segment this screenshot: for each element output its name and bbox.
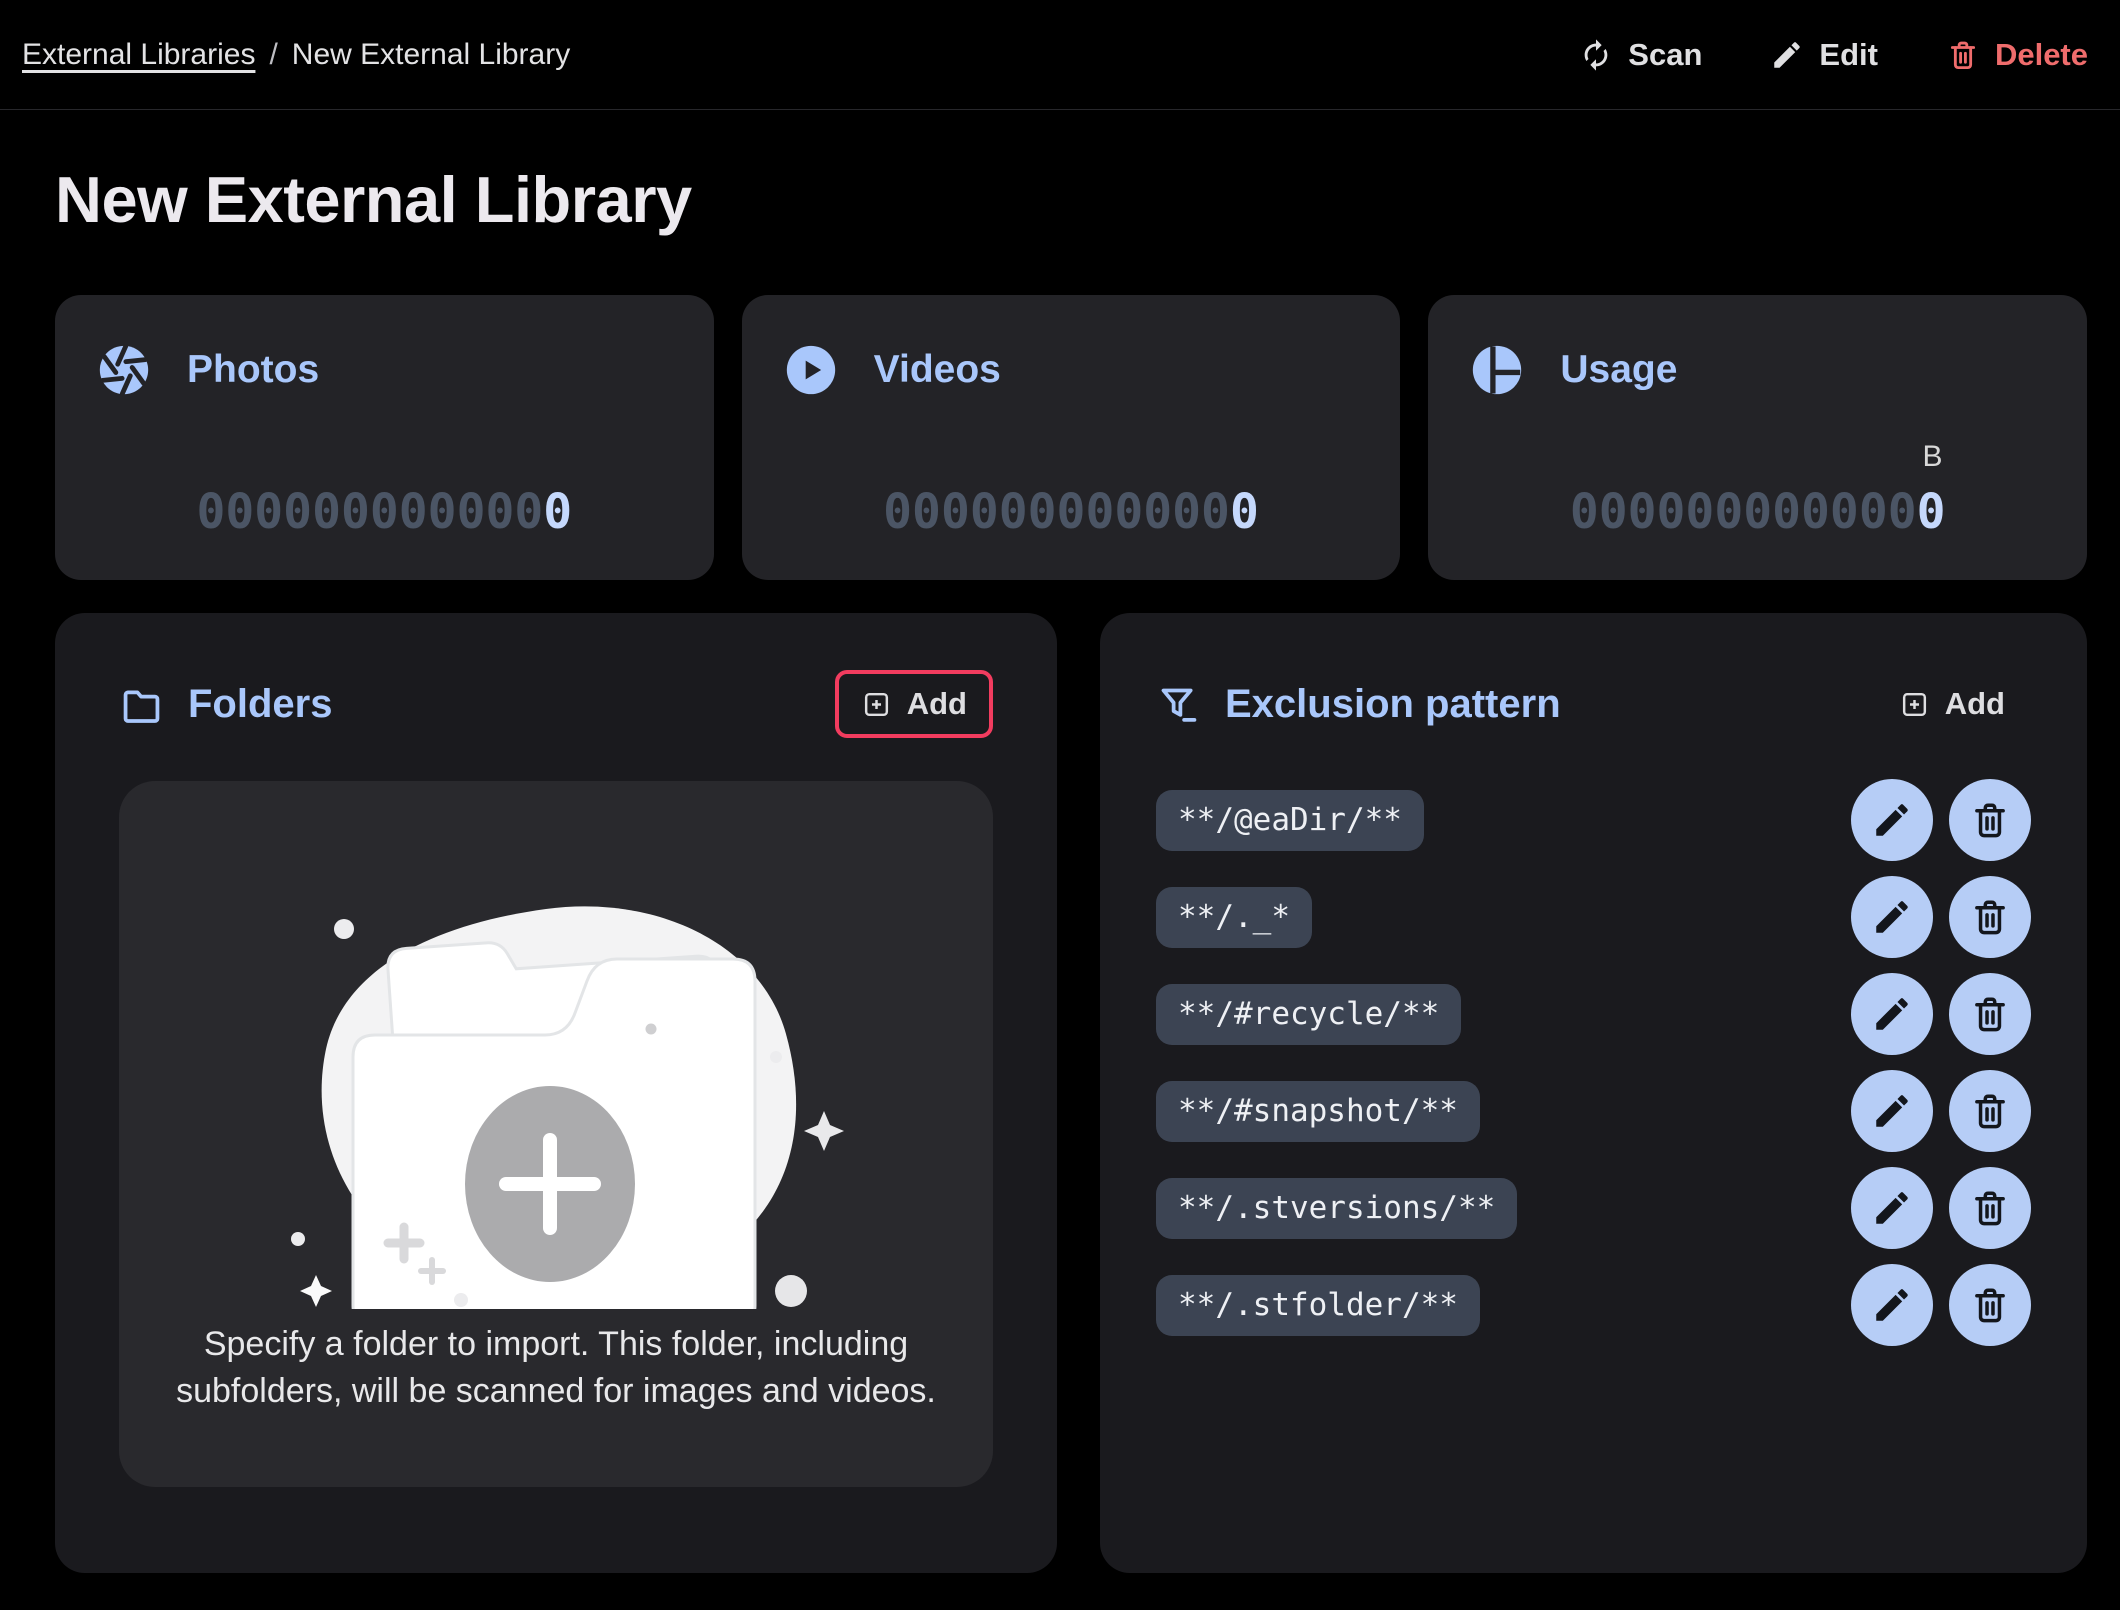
delete-pattern-button[interactable] xyxy=(1949,876,2031,958)
add-exclusion-label: Add xyxy=(1945,686,2005,722)
pie-chart-icon xyxy=(1468,341,1526,399)
refresh-icon xyxy=(1579,38,1613,72)
page-title: New External Library xyxy=(55,162,2120,237)
delete-pattern-button[interactable] xyxy=(1949,1264,2031,1346)
folders-empty-state: Specify a folder to import. This folder,… xyxy=(119,781,993,1487)
delete-pattern-button[interactable] xyxy=(1949,973,2031,1055)
trash-icon xyxy=(1969,1090,2011,1132)
edit-button[interactable]: Edit xyxy=(1770,37,1878,73)
pencil-icon xyxy=(1770,38,1804,72)
top-bar: External Libraries / New External Librar… xyxy=(0,0,2120,110)
delete-button[interactable]: Delete xyxy=(1946,37,2088,73)
edit-label: Edit xyxy=(1819,37,1878,73)
scan-label: Scan xyxy=(1628,37,1702,73)
pattern-chip: **/#recycle/** xyxy=(1156,984,1461,1045)
pattern-row: **/._* xyxy=(1156,876,2031,958)
pattern-chip: **/#snapshot/** xyxy=(1156,1081,1480,1142)
folders-title: Folders xyxy=(188,682,332,727)
delete-label: Delete xyxy=(1995,37,2088,73)
videos-count: 0000000000000 xyxy=(883,488,1259,536)
folder-empty-illustration xyxy=(246,839,866,1309)
pencil-icon xyxy=(1871,993,1913,1035)
exclusion-panel: Exclusion pattern Add **/@eaDir/** **/._… xyxy=(1100,613,2087,1573)
pencil-icon xyxy=(1871,896,1913,938)
scan-button[interactable]: Scan xyxy=(1579,37,1702,73)
videos-stat-card: Videos 0000000000000 xyxy=(742,295,1401,580)
pattern-row: **/.stfolder/** xyxy=(1156,1264,2031,1346)
pattern-row: **/#snapshot/** xyxy=(1156,1070,2031,1152)
edit-pattern-button[interactable] xyxy=(1851,1264,1933,1346)
square-plus-icon xyxy=(1899,689,1930,720)
exclusion-title: Exclusion pattern xyxy=(1225,682,1561,727)
folders-panel: Folders Add xyxy=(55,613,1057,1573)
delete-pattern-button[interactable] xyxy=(1949,1167,2031,1249)
trash-icon xyxy=(1969,896,2011,938)
edit-pattern-button[interactable] xyxy=(1851,1070,1933,1152)
trash-icon xyxy=(1969,799,2011,841)
edit-pattern-button[interactable] xyxy=(1851,876,1933,958)
photos-stat-card: Photos 0000000000000 xyxy=(55,295,714,580)
pattern-row: **/.stversions/** xyxy=(1156,1167,2031,1249)
trash-icon xyxy=(1969,1187,2011,1229)
trash-icon xyxy=(1969,1284,2011,1326)
pattern-chip: **/._* xyxy=(1156,887,1312,948)
usage-stat-label: Usage xyxy=(1560,348,1677,392)
delete-pattern-button[interactable] xyxy=(1949,779,2031,861)
header-actions: Scan Edit Delete xyxy=(1579,37,2088,73)
usage-stat-card: Usage 0000000000000B xyxy=(1428,295,2087,580)
pattern-chip: **/.stfolder/** xyxy=(1156,1275,1480,1336)
pattern-row: **/@eaDir/** xyxy=(1156,779,2031,861)
add-exclusion-button[interactable]: Add xyxy=(1873,670,2031,738)
breadcrumb-external-libraries-link[interactable]: External Libraries xyxy=(22,38,255,72)
play-circle-icon xyxy=(782,341,840,399)
pencil-icon xyxy=(1871,1090,1913,1132)
usage-count: 0000000000000B xyxy=(1570,488,1946,536)
breadcrumb-separator: / xyxy=(269,38,277,72)
edit-pattern-button[interactable] xyxy=(1851,1167,1933,1249)
add-folder-button[interactable]: Add xyxy=(835,670,993,738)
edit-pattern-button[interactable] xyxy=(1851,779,1933,861)
breadcrumb-current: New External Library xyxy=(292,38,570,72)
photos-stat-label: Photos xyxy=(187,348,319,392)
delete-pattern-button[interactable] xyxy=(1949,1070,2031,1152)
edit-pattern-button[interactable] xyxy=(1851,973,1933,1055)
aperture-icon xyxy=(95,341,153,399)
trash-icon xyxy=(1969,993,2011,1035)
photos-count: 0000000000000 xyxy=(196,488,572,536)
trash-icon xyxy=(1946,38,1980,72)
folders-empty-text: Specify a folder to import. This folder,… xyxy=(176,1321,936,1415)
pattern-chip: **/@eaDir/** xyxy=(1156,790,1424,851)
breadcrumb: External Libraries / New External Librar… xyxy=(22,38,570,72)
stats-row: Photos 0000000000000 Videos 000000000000… xyxy=(55,295,2087,580)
videos-stat-label: Videos xyxy=(874,348,1001,392)
usage-unit: B xyxy=(1923,442,1943,472)
funnel-minus-icon xyxy=(1156,682,1201,727)
pencil-icon xyxy=(1871,1284,1913,1326)
exclusion-pattern-list: **/@eaDir/** **/._* **/#recycle/** xyxy=(1156,779,2031,1346)
square-plus-icon xyxy=(861,689,892,720)
main-content: Folders Add xyxy=(55,613,2087,1573)
pencil-icon xyxy=(1871,1187,1913,1229)
pencil-icon xyxy=(1871,799,1913,841)
add-folder-label: Add xyxy=(907,686,967,722)
pattern-chip: **/.stversions/** xyxy=(1156,1178,1517,1239)
pattern-row: **/#recycle/** xyxy=(1156,973,2031,1055)
folder-icon xyxy=(119,682,164,727)
